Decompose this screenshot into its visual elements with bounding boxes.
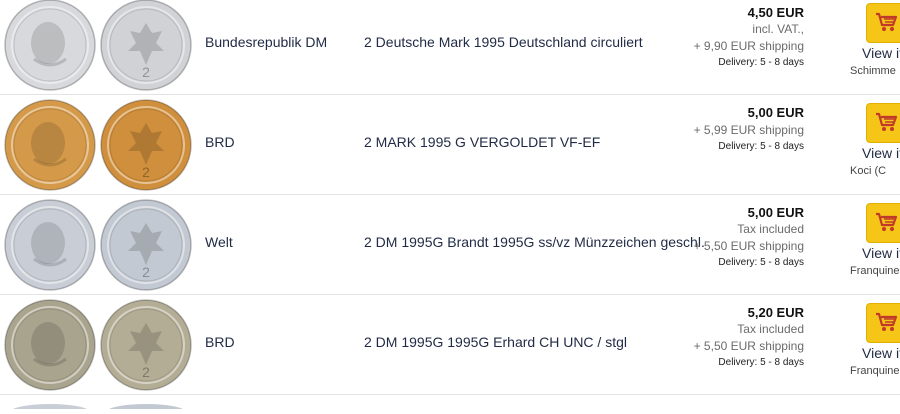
seller-name[interactable]: Schimme [850,65,896,77]
shipping-cost: + 5,99 EUR shipping [693,123,804,137]
delivery-time: Delivery: 5 - 8 days [718,141,804,152]
shopping-cart-icon [876,112,898,131]
item-title-link[interactable]: 2 MARK 1995 G VERGOLDET VF-EF [364,95,600,194]
coin-images[interactable]: 2 [0,295,200,394]
country-label: BRD [205,134,235,150]
listing-row[interactable]: 2 Welt 2 DM 1995G Brandt 1995G ss/vz Mün… [0,195,900,295]
price-block: 5,20 EUR Tax included + 5,50 EUR shippin… [624,305,804,371]
shipping-cost: + 5,50 EUR shipping [693,339,804,353]
svg-text:2: 2 [142,64,150,80]
shopping-cart-icon [876,312,898,331]
coin-reverse-image[interactable]: 2 [100,299,192,391]
shipping-cost: + 5,50 EUR shipping [693,239,804,253]
delivery-time: Delivery: 5 - 8 days [718,57,804,68]
coin-obverse-image[interactable] [4,299,96,391]
svg-text:2: 2 [142,264,150,280]
seller-name[interactable]: Franquine [850,265,900,277]
coin-images[interactable]: 2 [0,195,200,294]
listing-row[interactable]: 2 BRD 2 MARK 1995 G VERGOLDET VF-EF 5,00… [0,95,900,195]
coin-reverse-image[interactable]: 2 [100,199,192,291]
tax-note: Tax included [737,222,804,236]
view-it-link[interactable]: View it [862,245,900,261]
seller-name[interactable]: Koci (C [850,165,886,177]
svg-text:2: 2 [142,164,150,180]
coin-images[interactable]: 2 [0,95,200,194]
price: 5,00 EUR [747,205,804,220]
tax-note: Tax included [737,322,804,336]
item-title-link[interactable]: 2 DM 1995G 1995G Erhard CH UNC / stgl [364,295,627,394]
coin-reverse-image[interactable]: 2 [100,99,192,191]
coin-images[interactable]: 2 [0,0,200,94]
country-label: BRD [205,334,235,350]
add-to-cart-button[interactable] [866,3,900,43]
view-it-link[interactable]: View it [862,345,900,361]
listing-row[interactable]: 2 Bundesrepublik DM 2 Deutsche Mark 1995… [0,0,900,95]
delivery-time: Delivery: 5 - 8 days [718,357,804,368]
coin-reverse-image[interactable]: 2 [100,0,192,91]
shopping-cart-icon [876,212,898,231]
view-it-link[interactable]: View it [862,45,900,61]
price: 5,20 EUR [747,305,804,320]
seller-name[interactable]: Franquine [850,365,900,377]
price-block: 5,00 EUR Tax included + 5,50 EUR shippin… [624,205,804,271]
shipping-cost: + 9,90 EUR shipping [693,39,804,53]
price-block: 4,50 EUR incl. VAT., + 9,90 EUR shipping… [624,5,804,71]
add-to-cart-button[interactable] [866,103,900,143]
add-to-cart-button[interactable] [866,303,900,343]
item-title-link[interactable]: 2 Deutsche Mark 1995 Deutschland circuli… [364,0,643,94]
price-block: 5,00 EUR + 5,99 EUR shipping Delivery: 5… [624,105,804,155]
country-label: Bundesrepublik DM [205,34,328,50]
add-to-cart-button[interactable] [866,203,900,243]
shopping-cart-icon [876,12,898,31]
coin-obverse-image[interactable] [4,199,96,291]
coin-obverse-image[interactable] [4,99,96,191]
price: 4,50 EUR [747,5,804,20]
next-row-coin-images[interactable] [0,396,200,414]
svg-text:2: 2 [142,364,150,380]
tax-note: incl. VAT., [752,22,804,36]
view-it-link[interactable]: View it [862,145,900,161]
price: 5,00 EUR [747,105,804,120]
listing-row[interactable]: 2 BRD 2 DM 1995G 1995G Erhard CH UNC / s… [0,295,900,395]
listing-results: 2 Bundesrepublik DM 2 Deutsche Mark 1995… [0,0,900,403]
country-label: Welt [205,234,233,250]
coin-obverse-image[interactable] [4,0,96,91]
delivery-time: Delivery: 5 - 8 days [718,257,804,268]
